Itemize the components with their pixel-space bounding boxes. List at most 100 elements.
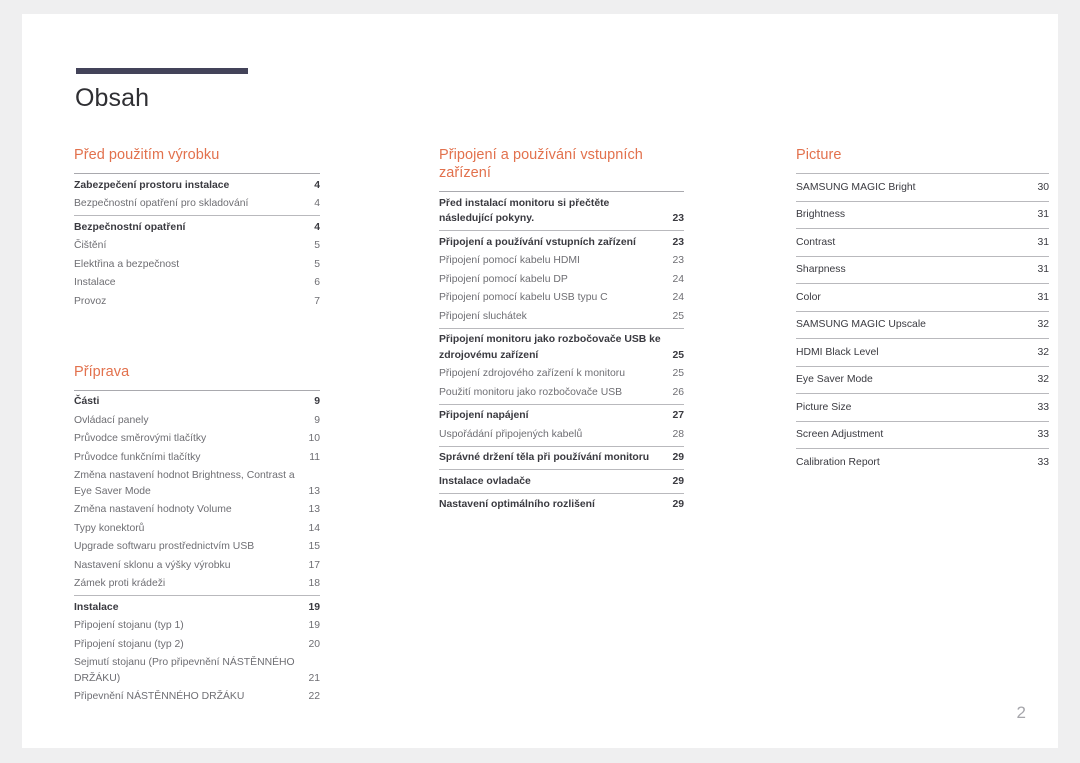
- toc-group: Instalace ovladače 29: [439, 469, 684, 493]
- toc-entry-row: SAMSUNG MAGIC Upscale 32: [796, 312, 1049, 339]
- toc-entry-page: 29: [672, 452, 684, 463]
- toc-entry-eye-saver-mode[interactable]: Eye Saver Mode 32: [796, 365, 1049, 394]
- toc-entry-instalace-ovladace[interactable]: Instalace ovladače 29: [439, 470, 684, 493]
- toc-entry-label: Části: [74, 396, 100, 407]
- toc-entry-row: Calibration Report 33: [796, 449, 1049, 476]
- toc-entry-casti[interactable]: Části 9: [74, 391, 320, 412]
- toc-column-3: Picture SAMSUNG MAGIC Bright 30 Brightness 3…: [796, 146, 1049, 476]
- toc-entry-zmena-nastaveni-hodnot-brightness-contrast[interactable]: Změna nastavení hodnot Brightness, Contr…: [74, 467, 320, 501]
- toc-entry-row: SAMSUNG MAGIC Bright 30: [796, 174, 1049, 201]
- toc-entry-spravne-drzeni-tela-pri-pouzivani-monitoru[interactable]: Správné držení těla při používání monito…: [439, 447, 684, 470]
- toc-entry-label: Připojení a používání vstupních zařízení: [439, 236, 636, 248]
- toc-entry-page: 18: [308, 578, 320, 589]
- toc-entry-page: 31: [1037, 209, 1049, 220]
- toc-entry-label: Připojení zdrojového zařízení k monitoru: [439, 368, 625, 379]
- toc-entry-samsung-magic-bright[interactable]: SAMSUNG MAGIC Bright 30: [796, 173, 1049, 201]
- toc-group: Připojení a používání vstupních zařízení…: [439, 230, 684, 328]
- toc-entry-label: Instalace: [74, 277, 116, 288]
- toc-entry-ovladaci-panely[interactable]: Ovládací panely 9: [74, 411, 320, 430]
- toc-entry-label: Upgrade softwaru prostřednictvím USB: [74, 541, 255, 552]
- toc-entry-zabezpeceni-prostoru-instalace[interactable]: Zabezpečení prostoru instalace 4: [74, 174, 320, 195]
- toc-section-pripojeni-a-pouzivani-vstupnich-zarizeni: Připojení a používání vstupních zařízení…: [439, 146, 684, 516]
- toc-entry-nastaveni-sklonu-a-vysky-vyrobku[interactable]: Nastavení sklonu a výšky výrobku 17: [74, 556, 320, 575]
- toc-entry-page: 29: [672, 499, 684, 510]
- toc-entry-label: Brightness: [796, 209, 846, 220]
- toc-entry-page: 32: [1037, 319, 1049, 330]
- toc-entry-color[interactable]: Color 31: [796, 283, 1049, 311]
- toc-entry-pouziti-monitoru-jako-rozbocovace-usb[interactable]: Použití monitoru jako rozbočovače USB 26: [439, 383, 684, 404]
- toc-entry-label: Připojení stojanu (typ 1): [74, 620, 184, 631]
- toc-entry-nastaveni-optimalniho-rozliseni[interactable]: Nastavení optimálního rozlišení 29: [439, 494, 684, 517]
- toc-entry-page: 5: [314, 240, 320, 251]
- toc-entry-pred-instalaci-monitoru-si-prectete-nasled[interactable]: Před instalací monitoru si přečtěte násl…: [439, 192, 684, 230]
- toc-group: Bezpečnostní opatření 4 Čištění 5 Elektřina …: [74, 215, 320, 313]
- toc-entry-label: Průvodce směrovými tlačítky: [74, 433, 207, 444]
- toc-entry-label: Picture Size: [796, 401, 852, 413]
- toc-entry-label: Nastavení sklonu a výšky výrobku: [74, 559, 231, 571]
- section-title: Příprava: [74, 363, 130, 380]
- toc-entry-label: Elektřina a bezpečnost: [74, 258, 180, 270]
- toc-entry-page: 7: [314, 295, 320, 307]
- toc-entry-elektrina-a-bezpecnost[interactable]: Elektřina a bezpečnost 5: [74, 255, 320, 274]
- toc-entry-page: 15: [308, 541, 320, 552]
- toc-entry-hdmi-black-level[interactable]: HDMI Black Level 32: [796, 338, 1049, 366]
- toc-entry-row: Brightness 31: [796, 202, 1049, 229]
- toc-entry-label: Před instalací monitoru si přečtěte násl…: [439, 197, 610, 225]
- toc-entry-pripojeni-pomoci-kabelu-usb-typu-c[interactable]: Připojení pomocí kabelu USB typu C 24: [439, 289, 684, 308]
- toc-group: Zabezpečení prostoru instalace 4 Bezpečnos…: [74, 173, 320, 215]
- toc-entry-picture-size[interactable]: Picture Size 33: [796, 393, 1049, 421]
- toc-entry-pripojeni-zdrojoveho-zarizeni-k-monitoru[interactable]: Připojení zdrojového zařízení k monitoru…: [439, 365, 684, 384]
- toc-column-2: Připojení a používání vstupních zařízení…: [439, 146, 684, 516]
- title-rule-bar: [76, 68, 248, 74]
- toc-entry-page: 25: [672, 310, 684, 322]
- toc-entry-row: Color 31: [796, 284, 1049, 311]
- toc-entry-pripojeni-pomoci-kabelu-dp[interactable]: Připojení pomocí kabelu DP 24: [439, 270, 684, 289]
- toc-entry-typy-konektoru[interactable]: Typy konektorů 14: [74, 519, 320, 538]
- toc-entry-instalace[interactable]: Instalace 6: [74, 274, 320, 293]
- toc-entry-page: 4: [314, 179, 320, 191]
- toc-entry-screen-adjustment[interactable]: Screen Adjustment 33: [796, 420, 1049, 449]
- toc-entry-brightness[interactable]: Brightness 31: [796, 200, 1049, 229]
- toc-entry-zamek-proti-kradezi[interactable]: Zámek proti krádeži 18: [74, 575, 320, 596]
- toc-entry-pruvodce-funkcnimi-tlacitky[interactable]: Průvodce funkčními tlačítky 11: [74, 448, 320, 467]
- toc-entry-zmena-nastaveni-hodnoty-volume[interactable]: Změna nastavení hodnoty Volume 13: [74, 501, 320, 520]
- toc-entry-page: 4: [314, 198, 320, 209]
- toc-entry-sejmuti-stojanu-pro-pripevneni-nastenneho-[interactable]: Sejmutí stojanu (Pro připevnění NÁSTĚNNÉ…: [74, 654, 320, 688]
- toc-group: Části 9 Ovládací panely 9 Průvodce směrovými…: [74, 389, 320, 596]
- toc-entry-label: SAMSUNG MAGIC Bright: [796, 181, 916, 193]
- toc-entry-calibration-report[interactable]: Calibration Report 33: [796, 448, 1049, 476]
- toc-entry-contrast[interactable]: Contrast 31: [796, 228, 1049, 256]
- toc-entry-pruvodce-smerovymi-tlacitky[interactable]: Průvodce směrovými tlačítky 10: [74, 430, 320, 449]
- toc-entry-row: Contrast 31: [796, 229, 1049, 256]
- toc-entry-page: 33: [1037, 401, 1049, 413]
- toc-entry-pripojeni-pomoci-kabelu-hdmi[interactable]: Připojení pomocí kabelu HDMI 23: [439, 252, 684, 271]
- toc-entry-label: Ovládací panely: [74, 414, 149, 426]
- toc-entry-label: Instalace ovladače: [439, 475, 531, 487]
- toc-entry-page: 4: [314, 221, 320, 233]
- toc-entry-sharpness[interactable]: Sharpness 31: [796, 255, 1049, 284]
- toc-entry-label: Contrast: [796, 236, 836, 248]
- toc-entry-pripojeni-stojanu-typ-1[interactable]: Připojení stojanu (typ 1) 19: [74, 617, 320, 636]
- toc-entry-upgrade-softwaru-prostrednictvim-usb[interactable]: Upgrade softwaru prostřednictvím USB 15: [74, 538, 320, 557]
- toc-entry-pripojeni-napajeni[interactable]: Připojení napájení 27: [439, 405, 684, 426]
- toc-entry-pripojeni-sluchatek[interactable]: Připojení sluchátek 25: [439, 307, 684, 328]
- toc-entry-samsung-magic-upscale[interactable]: SAMSUNG MAGIC Upscale 32: [796, 310, 1049, 339]
- toc-entry-label: Uspořádání připojených kabelů: [439, 428, 583, 440]
- toc-entry-pripevneni-nastenneho-drzaku[interactable]: Připevnění NÁSTĚNNÉHO DRŽÁKU 22: [74, 688, 320, 709]
- toc-entry-instalace[interactable]: Instalace 19: [74, 596, 320, 617]
- toc-entry-pripojeni-a-pouzivani-vstupnich-zarizeni[interactable]: Připojení a používání vstupních zařízení…: [439, 231, 684, 252]
- toc-entry-cisteni[interactable]: Čištění 5: [74, 237, 320, 256]
- toc-entry-row: Screen Adjustment 33: [796, 422, 1049, 449]
- toc-entry-bezpecnostni-opatreni[interactable]: Bezpečnostní opatření 4: [74, 216, 320, 237]
- toc-entry-label: SAMSUNG MAGIC Upscale: [796, 319, 926, 330]
- toc-entry-provoz[interactable]: Provoz 7: [74, 292, 320, 313]
- toc-entry-usporadani-pripojenych-kabelu[interactable]: Uspořádání připojených kabelů 28: [439, 425, 684, 446]
- toc-entry-pripojeni-monitoru-jako-rozbocovace-usb-ke[interactable]: Připojení monitoru jako rozbočovače USB …: [439, 329, 684, 365]
- toc-entry-page: 19: [308, 601, 320, 613]
- toc-entry-page: 9: [314, 414, 320, 426]
- toc-entry-label: Použití monitoru jako rozbočovače USB: [439, 386, 623, 398]
- toc-entry-pripojeni-stojanu-typ-2[interactable]: Připojení stojanu (typ 2) 20: [74, 635, 320, 654]
- toc-entry-label: Zámek proti krádeži: [74, 578, 166, 589]
- toc-entry-label: Sejmutí stojanu (Pro připevnění NÁSTĚNNÉ…: [74, 657, 295, 684]
- toc-entry-bezpecnostni-opatreni-pro-skladovani[interactable]: Bezpečnostní opatření pro skladování 4: [74, 195, 320, 216]
